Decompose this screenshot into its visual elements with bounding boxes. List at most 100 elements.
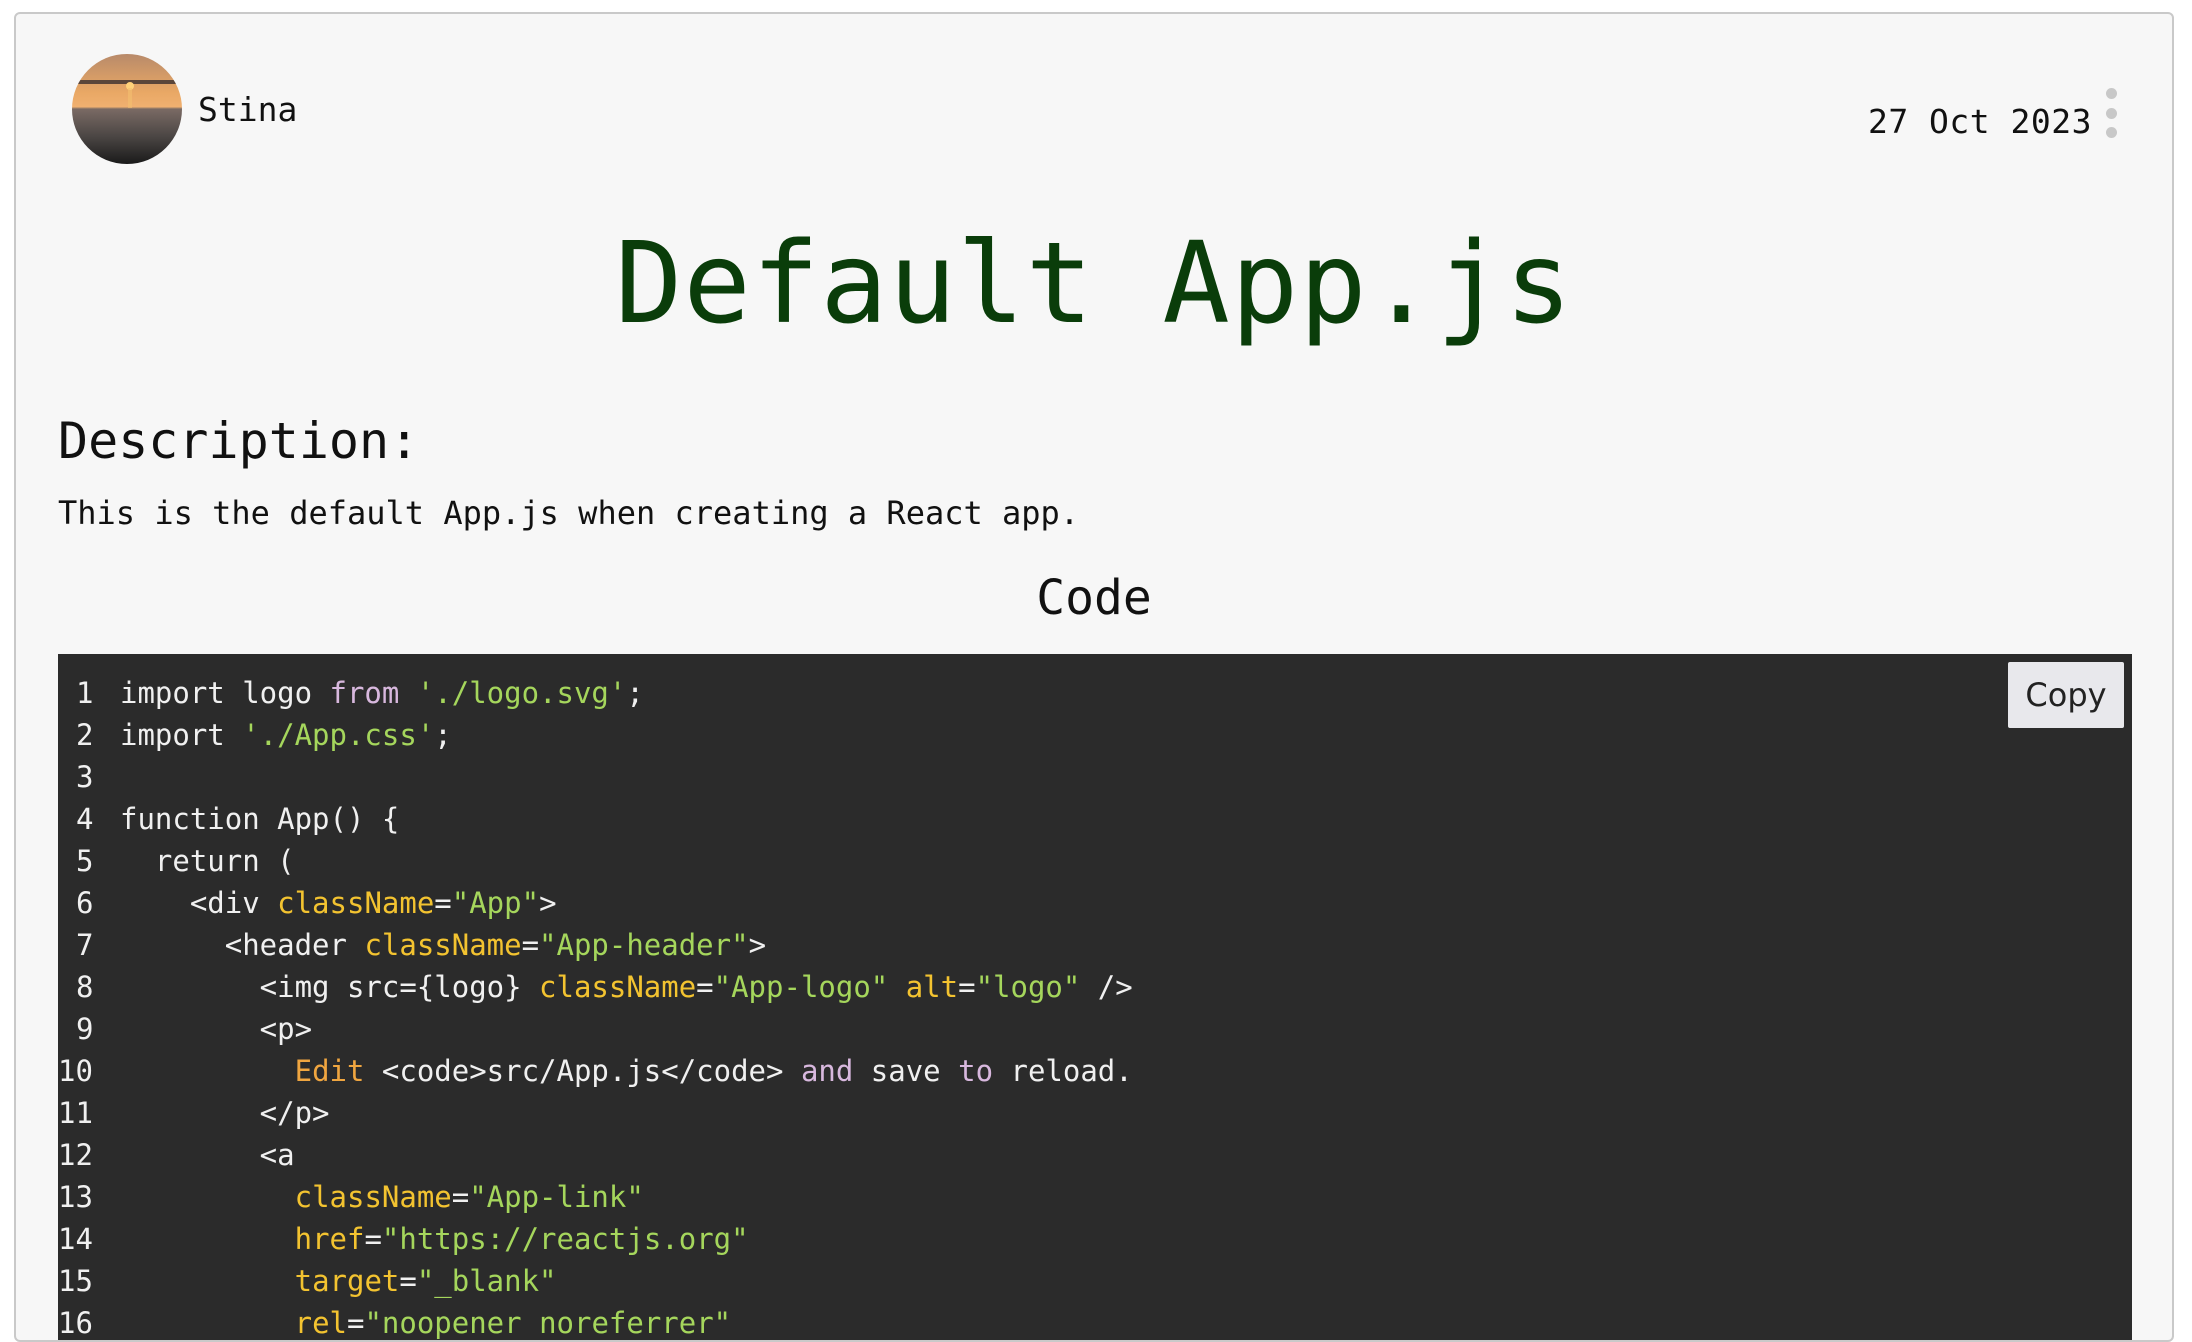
code-token: = — [451, 1180, 470, 1214]
code-token: className — [364, 928, 522, 962]
kebab-dot — [2105, 88, 2117, 99]
kebab-dot — [2105, 107, 2117, 119]
code-token: './logo.svg' — [416, 676, 627, 710]
code-token: "App-logo" — [713, 970, 889, 1004]
code-token: = — [521, 928, 540, 962]
code-line: 8 <img src={logo} className="App-logo" a… — [58, 966, 1133, 1008]
code-token: rel — [294, 1306, 347, 1340]
code-token: className — [277, 886, 435, 920]
code-token: return ( — [120, 844, 295, 878]
code-token: ; — [626, 676, 644, 710]
code-token: import logo — [120, 676, 330, 710]
code-block[interactable]: 1 import logo from './logo.svg'; 2 import '… — [58, 654, 2132, 1340]
code-token: className — [294, 1180, 452, 1214]
code-line: 2 import './App.css'; — [58, 714, 1133, 756]
code-token: = — [347, 1306, 365, 1340]
code-token: <header — [120, 928, 365, 962]
code-token: "_blank" — [416, 1264, 557, 1298]
code-token: = — [364, 1222, 382, 1256]
code-token: <p> — [120, 1012, 313, 1046]
code-line: 13 className="App-link" — [58, 1176, 1133, 1218]
code-token: './App.css' — [242, 718, 435, 752]
code-token: <img src={logo} — [120, 970, 540, 1004]
code-token: </p> — [120, 1096, 330, 1130]
code-token: from — [329, 676, 400, 710]
code-token: "logo" — [975, 970, 1081, 1004]
code-lines: 1 import logo from './logo.svg'; 2 import '… — [58, 672, 1133, 1340]
description-text: This is the default App.js when creating… — [58, 494, 1080, 532]
sunset-photo-avatar — [72, 54, 182, 164]
post-date: 27 Oct 2023 — [1867, 102, 2092, 141]
code-token: function App() { — [120, 802, 400, 836]
code-token: "App-link" — [469, 1180, 644, 1214]
code-token: <div — [120, 886, 278, 920]
code-line: 15 target="_blank" — [58, 1260, 1133, 1302]
code-line: 14 href="https://reactjs.org" — [58, 1218, 1133, 1260]
line-number: 15 — [58, 1264, 93, 1298]
line-number: 12 — [58, 1138, 93, 1172]
code-token: href — [294, 1222, 365, 1256]
page-title: Default App.js — [614, 219, 1573, 349]
code-token: target — [294, 1264, 400, 1298]
line-number: 5 — [76, 844, 94, 878]
code-line: 6 <div className="App"> — [58, 882, 1133, 924]
description-heading: Description: — [58, 412, 420, 470]
line-number: 8 — [76, 970, 94, 1004]
line-number: 2 — [76, 718, 94, 752]
code-token: and — [800, 1054, 854, 1088]
line-number: 9 — [76, 1012, 94, 1046]
code-token: to — [958, 1054, 994, 1088]
code-line: 16 rel="noopener noreferrer" — [58, 1302, 1133, 1340]
author-name[interactable]: Stina — [198, 90, 297, 129]
code-token: = — [958, 970, 976, 1004]
line-number: 7 — [76, 928, 94, 962]
code-line: 10 Edit <code>src/App.js</code> and save… — [58, 1050, 1133, 1092]
line-number: 11 — [58, 1096, 93, 1130]
code-token: <a — [120, 1138, 295, 1172]
code-token: import — [120, 718, 243, 752]
code-line: 5 return ( — [58, 840, 1133, 882]
line-number: 13 — [58, 1180, 93, 1214]
code-line: 4 function App() { — [58, 798, 1133, 840]
author-info: Stina — [72, 54, 297, 164]
code-heading: Code — [1036, 570, 1152, 626]
code-line: 1 import logo from './logo.svg'; — [58, 672, 1133, 714]
code-token: "https://reactjs.org" — [381, 1222, 749, 1256]
line-number: 1 — [76, 676, 94, 710]
code-token: ; — [434, 718, 452, 752]
line-number: 6 — [76, 886, 94, 920]
line-number: 16 — [58, 1306, 93, 1340]
code-token: > — [748, 928, 767, 962]
code-token: <code>src/App.js</code> — [364, 1054, 801, 1088]
code-line: 11 </p> — [58, 1092, 1133, 1134]
code-line: 7 <header className="App-header"> — [58, 924, 1133, 966]
code-token: reload. — [993, 1054, 1133, 1088]
avatar[interactable] — [72, 54, 182, 164]
copy-button[interactable]: Copy — [2008, 662, 2124, 728]
code-token: "App" — [451, 886, 540, 920]
code-token: = — [696, 970, 714, 1004]
line-number: 14 — [58, 1222, 93, 1256]
code-token: Edit — [294, 1054, 365, 1088]
code-token: = — [399, 1264, 417, 1298]
code-token: save — [853, 1054, 959, 1088]
kebab-menu-icon[interactable] — [2104, 88, 2118, 138]
line-number: 3 — [76, 760, 94, 794]
post-card: Stina 27 Oct 2023 Default App.js Descrip… — [14, 12, 2174, 1342]
line-number: 4 — [76, 802, 94, 836]
code-token: "App-header" — [539, 928, 749, 962]
code-token: "noopener noreferrer" — [364, 1306, 732, 1340]
code-token: alt — [905, 970, 959, 1004]
code-line: 12 <a — [58, 1134, 1133, 1176]
code-line: 3 — [58, 756, 1133, 798]
code-token: className — [539, 970, 697, 1004]
line-number: 10 — [58, 1054, 93, 1088]
code-token: = — [434, 886, 452, 920]
code-line: 9 <p> — [58, 1008, 1133, 1050]
